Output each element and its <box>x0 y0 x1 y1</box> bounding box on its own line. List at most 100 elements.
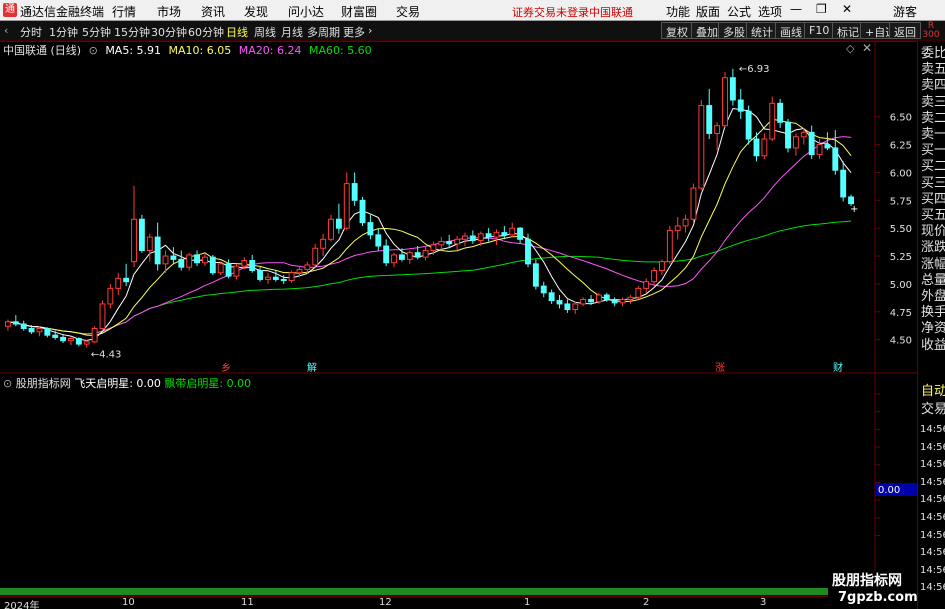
statistics-button[interactable]: 统计 <box>746 22 778 39</box>
candle-down <box>485 233 492 238</box>
candle-down <box>753 138 760 157</box>
period-daily[interactable]: 日线 <box>226 24 248 40</box>
candle-up <box>296 268 303 274</box>
event-marker: 财 <box>833 361 843 374</box>
candle-down <box>20 323 27 329</box>
quote-label: 净资 <box>921 321 945 337</box>
auto-tab[interactable]: 自动 <box>921 384 945 400</box>
candle-up <box>509 227 516 236</box>
candle-up <box>312 247 319 266</box>
menu-ask[interactable]: 问小达 <box>288 3 324 20</box>
candle-down <box>280 278 287 282</box>
menu-formula[interactable]: 公式 <box>727 3 751 20</box>
kline-chart[interactable]: 6.50 6.25 6.00 5.75 5.50 5.25 5.00 4.75 4.50 0.00… <box>0 41 917 596</box>
candle-down <box>351 183 358 201</box>
menu-discover[interactable]: 发现 <box>244 3 268 20</box>
candle-down <box>170 255 177 260</box>
candle-up <box>438 241 445 246</box>
date-2: 2 <box>643 597 650 608</box>
candle-down <box>75 338 82 345</box>
app-title: 通达信金融终端 <box>20 5 105 19</box>
menu-functions[interactable]: 功能 <box>666 3 690 20</box>
menu-layout[interactable]: 版面 <box>696 3 720 20</box>
trade-time: 14:56 <box>920 512 945 523</box>
price-label: 5.00 <box>890 280 912 291</box>
chart-close-icon[interactable]: ✕ <box>862 41 872 55</box>
trade-tab[interactable]: 交易 <box>921 402 945 418</box>
f10-button[interactable]: F10 <box>804 22 835 39</box>
price-label: 5.50 <box>890 224 912 235</box>
price-label: 6.00 <box>890 168 912 179</box>
quote-label: 现价 <box>921 224 945 240</box>
candle-up <box>320 238 327 249</box>
quote-label: 涨幅 <box>921 256 945 272</box>
menu-market[interactable]: 市场 <box>157 3 181 20</box>
candle-up <box>595 294 602 303</box>
candle-down <box>375 234 382 247</box>
cursor-marker: + <box>850 204 858 215</box>
candle-down <box>12 321 19 325</box>
quote-label: 总量 <box>921 272 945 288</box>
menu-trade[interactable]: 交易 <box>396 3 420 20</box>
user-label[interactable]: 游客 <box>893 3 917 20</box>
more-chevron-icon[interactable]: › <box>368 24 372 37</box>
period-multi[interactable]: 多周期 <box>307 24 340 40</box>
candle-down <box>706 105 713 134</box>
candle-up <box>91 327 98 343</box>
login-warning[interactable]: 证券交易未登录 <box>512 4 589 20</box>
menu-wealth[interactable]: 财富圈 <box>341 3 377 20</box>
event-marker: 乡 <box>221 362 231 374</box>
candle-down <box>469 235 476 241</box>
quote-label: 卖一 <box>921 127 945 142</box>
period-15min[interactable]: 15分钟 <box>114 24 150 40</box>
period-intraday[interactable]: 分时 <box>20 24 42 40</box>
period-1min[interactable]: 1分钟 <box>49 24 78 40</box>
adjust-button[interactable]: 复权 <box>661 22 693 39</box>
candle-down <box>225 263 232 277</box>
close-icon[interactable]: ✕ <box>842 2 852 16</box>
indicator-name: 股朋指标网 <box>15 377 71 390</box>
scroll-bar <box>0 588 917 595</box>
period-60min[interactable]: 60分钟 <box>188 24 224 40</box>
menu-news[interactable]: 资讯 <box>201 3 225 20</box>
candle-down <box>272 276 279 280</box>
draw-line-button[interactable]: 画线 <box>775 22 807 39</box>
watermark: 股朋指标网 7gpzb.com <box>828 570 918 609</box>
candle-down <box>832 147 839 171</box>
menu-market-quotes[interactable]: 行情 <box>112 3 136 20</box>
candle-down <box>52 334 59 338</box>
restore-icon[interactable]: ❐ <box>816 2 827 16</box>
indicator-toggle-icon[interactable]: ⊙ <box>3 377 12 390</box>
date-3: 3 <box>760 597 767 608</box>
quote-label: 买四 <box>921 191 945 207</box>
minimize-icon[interactable]: — <box>790 2 802 16</box>
chart-option-icon[interactable]: ◇ <box>846 42 854 55</box>
trade-time: 14:56 <box>920 494 945 506</box>
period-30min[interactable]: 30分钟 <box>151 24 187 40</box>
candle-down <box>588 299 594 303</box>
toolbar-nav-icon[interactable]: ‹ <box>4 24 8 37</box>
candle-down <box>501 232 508 236</box>
title-bar: 通 通达信金融终端 行情 市场 资讯 发现 问小达 财富圈 交易 证券交易未登录… <box>0 0 945 21</box>
period-monthly[interactable]: 月线 <box>281 24 303 40</box>
top-stock-name: 中国联通 <box>589 6 633 19</box>
event-marker: 涨 <box>715 362 725 374</box>
watermark-line1: 股朋指标网 <box>832 573 902 589</box>
menu-options[interactable]: 选项 <box>758 3 782 20</box>
period-5min[interactable]: 5分钟 <box>82 24 111 40</box>
quote-label: 涨跌 <box>921 240 945 256</box>
candle-up <box>493 232 500 238</box>
candle-up <box>761 138 768 157</box>
period-weekly[interactable]: 周线 <box>254 24 276 40</box>
legend-ma20: MA20: 6.24 <box>238 44 302 57</box>
quote-label: 买二 <box>921 159 945 175</box>
candle-up <box>186 254 193 268</box>
period-more[interactable]: 更多 <box>343 24 365 40</box>
legend-toggle-icon[interactable]: ⊙ <box>89 44 98 57</box>
candle-down <box>532 263 539 287</box>
candle-down <box>446 241 453 245</box>
candle-up <box>304 264 311 270</box>
candle-up <box>643 281 650 289</box>
candle-up <box>217 263 224 274</box>
candle-up <box>146 236 153 251</box>
